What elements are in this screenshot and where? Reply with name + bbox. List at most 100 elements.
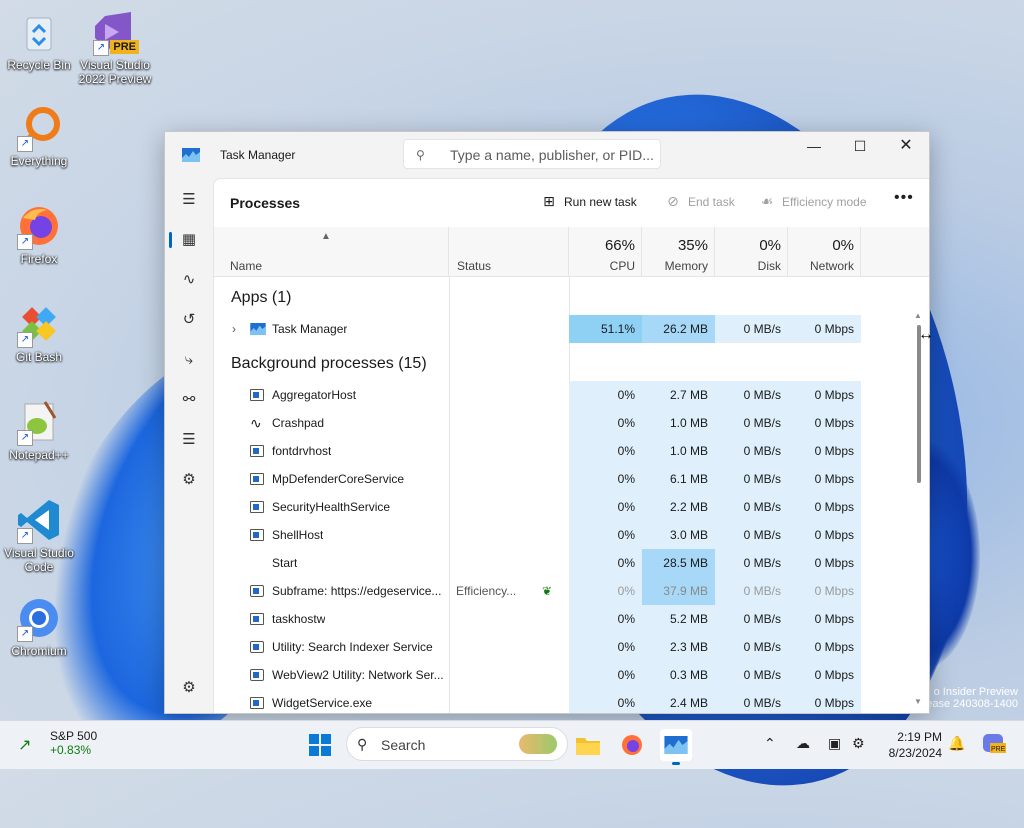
scroll-down-icon[interactable]: ▼ [914, 697, 922, 706]
process-memory: 2.3 MB [642, 633, 715, 661]
process-memory: 2.2 MB [642, 493, 715, 521]
vertical-scrollbar[interactable]: ▲ ▼ [914, 311, 922, 706]
start-button[interactable] [304, 729, 336, 761]
scroll-up-icon[interactable]: ▲ [914, 311, 922, 320]
process-network: 0 Mbps [788, 605, 861, 633]
process-cpu: 0% [569, 493, 642, 521]
process-memory: 37.9 MB [642, 577, 715, 605]
expand-chevron-icon[interactable]: › [232, 315, 236, 343]
maximize-button[interactable]: ☐ [837, 132, 883, 162]
background-process-row[interactable]: Start 0% 28.5 MB 0 MB/s 0 Mbps [214, 549, 861, 577]
process-disk: 0 MB/s [715, 493, 788, 521]
hamburger-menu-icon[interactable]: ☰ [171, 184, 207, 216]
nav-processes-icon[interactable]: ▦ [169, 224, 207, 256]
run-new-task-button[interactable]: ⊞ Run new task [540, 193, 637, 210]
desktop-icon-vscode[interactable]: ↗ Visual Studio Code [2, 496, 76, 574]
firefox-taskbar-button[interactable] [616, 729, 648, 761]
column-header-name[interactable]: ▲ Name [214, 227, 449, 277]
desktop-icon-notepad-plus-plus[interactable]: ↗ Notepad++ [2, 398, 76, 462]
process-cpu: 0% [569, 605, 642, 633]
background-process-row[interactable]: AggregatorHost 0% 2.7 MB 0 MB/s 0 Mbps [214, 381, 861, 409]
file-explorer-button[interactable] [572, 729, 604, 761]
end-task-button[interactable]: ⊘ End task [664, 193, 735, 210]
briefcase-icon [250, 641, 264, 653]
background-process-row[interactable]: ∿ Crashpad 0% 1.0 MB 0 MB/s 0 Mbps [214, 409, 861, 437]
recycle-bin-icon [15, 8, 63, 56]
process-status: Efficiency... [456, 584, 517, 598]
left-navigation: ☰ ▦ ∿ ↺ ⤷ ⚯ ☰ ⚙ ⚙ [165, 178, 213, 713]
desktop-icon-git-bash[interactable]: ↗ Git Bash [2, 300, 76, 364]
desktop-icon-recycle-bin[interactable]: Recycle Bin [2, 8, 76, 72]
task-manager-taskbar-button[interactable] [660, 729, 692, 765]
shortcut-arrow-icon: ↗ [17, 430, 33, 446]
desktop-icon-visual-studio-preview[interactable]: PRE ↗ Visual Studio 2022 Preview [78, 8, 152, 86]
nav-details-icon[interactable]: ☰ [171, 424, 207, 456]
nav-app-history-icon[interactable]: ↺ [171, 304, 207, 336]
notification-bell-icon[interactable]: 🔔 [948, 735, 965, 752]
process-name: WidgetService.exe [272, 696, 373, 710]
column-header-spacer [861, 227, 929, 277]
column-header-status[interactable]: Status [449, 227, 569, 277]
scrollbar-thumb[interactable] [917, 325, 921, 483]
background-process-row[interactable]: Subframe: https://edgeservice... Efficien… [214, 577, 861, 605]
chevron-up-icon[interactable]: ⌃ [764, 735, 776, 752]
process-disk: 0 MB/s [715, 633, 788, 661]
nav-users-icon[interactable]: ⚯ [171, 384, 207, 416]
stock-widget[interactable]: ↗ S&P 500 +0.83% [18, 729, 97, 757]
process-search-box[interactable]: ⚲ [403, 139, 661, 169]
column-header-memory[interactable]: 35% Memory [642, 227, 715, 277]
taskbar-search[interactable]: ⚲ Search [346, 727, 568, 761]
desktop-icon-everything[interactable]: ↗ Everything [2, 104, 76, 168]
app-window-icon [250, 613, 264, 625]
title-bar[interactable]: Task Manager ⚲ — ☐ ✕ [165, 132, 929, 178]
nav-services-icon[interactable]: ⚙ [171, 464, 207, 496]
app-process-row[interactable]: › Task Manager 51.1% 26.2 MB 0 MB/s 0 Mbps [214, 315, 861, 343]
process-network: 0 Mbps [788, 381, 861, 409]
process-memory: 1.0 MB [642, 409, 715, 437]
background-process-row[interactable]: WidgetService.exe 0% 2.4 MB 0 MB/s 0 Mbps [214, 689, 861, 713]
nav-performance-icon[interactable]: ∿ [171, 264, 207, 296]
chromium-icon: ↗ [15, 594, 63, 642]
network-disconnected-icon[interactable]: ☁ [796, 735, 810, 752]
desktop-icon-chromium[interactable]: ↗ Chromium [2, 594, 76, 658]
sync-icon[interactable]: ⚙ [852, 735, 865, 752]
notepad-plus-plus-icon: ↗ [15, 398, 63, 446]
close-button[interactable]: ✕ [883, 132, 929, 162]
firefox-icon: ↗ [15, 202, 63, 250]
settings-gear-icon[interactable]: ⚙ [171, 672, 207, 704]
process-disk: 0 MB/s [715, 549, 788, 577]
group-header-background[interactable]: Background processes (15) [231, 355, 427, 373]
background-process-row[interactable]: WebView2 Utility: Network Ser... 0% 0.3 MB… [214, 661, 861, 689]
background-process-row[interactable]: ShellHost 0% 3.0 MB 0 MB/s 0 Mbps [214, 521, 861, 549]
process-network: 0 Mbps [788, 549, 861, 577]
copilot-preview-icon[interactable]: PRE [982, 733, 1006, 758]
app-window-icon [250, 501, 264, 513]
search-input[interactable] [448, 145, 657, 165]
group-header-apps[interactable]: Apps (1) [231, 289, 291, 307]
process-cpu: 0% [569, 465, 642, 493]
column-header-network[interactable]: 0% Network [788, 227, 861, 277]
process-cpu: 0% [569, 633, 642, 661]
process-network: 0 Mbps [788, 661, 861, 689]
display-icon[interactable]: ▣ [828, 735, 841, 752]
background-process-row[interactable]: MpDefenderCoreService 0% 6.1 MB 0 MB/s 0 Mbp… [214, 465, 861, 493]
end-task-icon: ⊘ [667, 193, 679, 209]
pulse-icon: ∿ [250, 415, 262, 431]
column-header-disk[interactable]: 0% Disk [715, 227, 788, 277]
briefcase-icon [250, 669, 264, 681]
more-options-button[interactable]: ••• [894, 189, 914, 207]
process-name: taskhostw [272, 612, 326, 626]
desktop-icon-firefox[interactable]: ↗ Firefox [2, 202, 76, 266]
efficiency-mode-button[interactable]: ☙ Efficiency mode [758, 193, 867, 210]
background-process-row[interactable]: SecurityHealthService 0% 2.2 MB 0 MB/s 0 Mbp… [214, 493, 861, 521]
minimize-button[interactable]: — [791, 132, 837, 162]
background-process-row[interactable]: taskhostw 0% 5.2 MB 0 MB/s 0 Mbps [214, 605, 861, 633]
background-process-row[interactable]: Utility: Search Indexer Service 0% 2.3 MB 0… [214, 633, 861, 661]
nav-startup-apps-icon[interactable]: ⤷ [171, 344, 207, 376]
clock[interactable]: 2:19 PM 8/23/2024 [876, 729, 942, 761]
background-process-row[interactable]: fontdrvhost 0% 1.0 MB 0 MB/s 0 Mbps [214, 437, 861, 465]
run-task-icon: ⊞ [543, 193, 555, 209]
process-name: fontdrvhost [272, 444, 332, 458]
column-header-cpu[interactable]: 66% CPU [569, 227, 642, 277]
process-network: 0 Mbps [788, 465, 861, 493]
